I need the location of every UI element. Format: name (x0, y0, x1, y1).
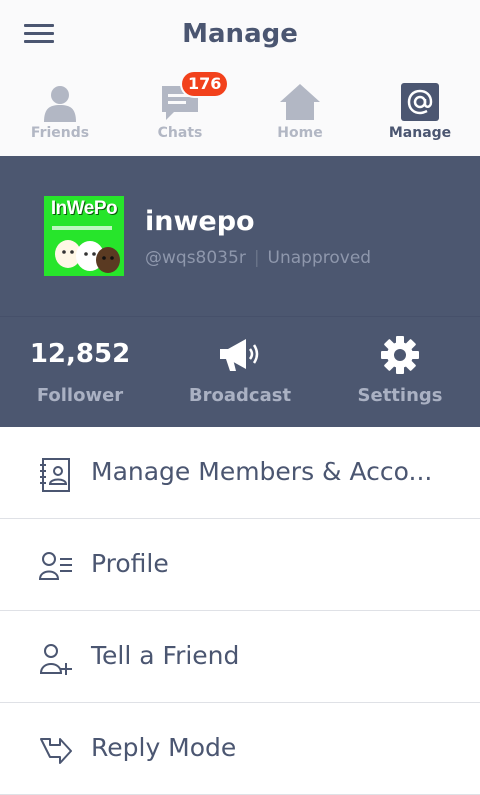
tab-label: Manage (388, 125, 452, 141)
add-friend-icon (39, 644, 72, 675)
follower-count: 12,852 (29, 339, 131, 369)
profile-icon (38, 552, 72, 580)
broadcast-button[interactable]: Broadcast (160, 317, 320, 428)
person-icon (44, 86, 76, 122)
account-status: Unapproved (267, 248, 372, 268)
menu-item-profile[interactable]: Profile (0, 519, 480, 611)
follower-label: Follower (36, 385, 124, 406)
unread-badge: 176 (182, 72, 228, 96)
settings-button[interactable]: Settings (320, 317, 480, 428)
stats-bar: 12,852 Follower Broadcast Settings (0, 316, 480, 428)
avatar-logo-text: InWePo (50, 198, 118, 219)
top-bar: Manage (0, 0, 480, 68)
house-icon (280, 84, 320, 120)
menu-item-label: Reply Mode (91, 733, 237, 762)
menu-item-label: Tell a Friend (91, 641, 240, 670)
gear-icon (381, 336, 419, 374)
divider: | (253, 248, 260, 268)
profile-header: InWePo inwepo @wqs8035r | Unapproved (0, 156, 480, 316)
menu-item-label: Manage Members & Acco... (91, 457, 433, 486)
menu-item-label: Profile (91, 549, 169, 578)
megaphone-icon (220, 339, 259, 371)
at-sign-icon (401, 83, 439, 121)
follower-stat[interactable]: 12,852 Follower (0, 317, 160, 428)
watermark-logo: inwepo (336, 702, 448, 740)
tab-label: Chats (157, 125, 203, 141)
menu-item-manage-members[interactable]: Manage Members & Acco... (0, 427, 480, 519)
settings-label: Settings (357, 385, 443, 406)
member-card-icon (40, 458, 70, 492)
tab-friends[interactable]: Friends (0, 68, 120, 156)
tab-bar: Friends 176 Chats Home Manage (0, 68, 480, 156)
tab-label: Friends (30, 125, 90, 141)
account-id-line: @wqs8035r | Unapproved (145, 248, 371, 268)
account-name: inwepo (145, 206, 255, 237)
tab-chats[interactable]: 176 Chats (120, 68, 240, 156)
tab-label: Home (277, 125, 323, 141)
tab-manage[interactable]: Manage (360, 68, 480, 156)
page-title: Manage (182, 19, 298, 49)
menu-item-tell-a-friend[interactable]: Tell a Friend (0, 611, 480, 703)
avatar-illustration (52, 226, 120, 273)
broadcast-label: Broadcast (188, 385, 292, 406)
tab-home[interactable]: Home (240, 68, 360, 156)
avatar[interactable]: InWePo (44, 196, 124, 276)
account-id: @wqs8035r (145, 248, 246, 268)
